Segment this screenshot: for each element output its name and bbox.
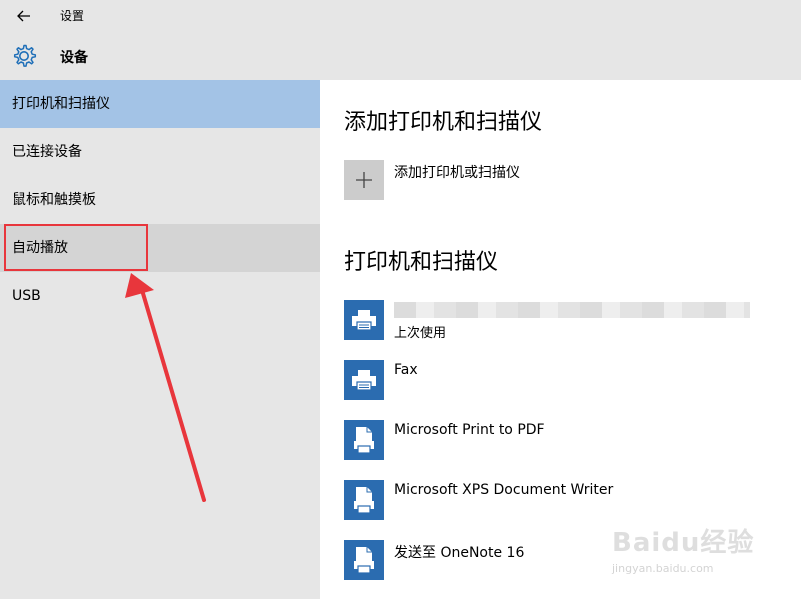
- sidebar-item-mouse-touchpad[interactable]: 鼠标和触摸板: [0, 176, 320, 224]
- document-printer-icon: [344, 540, 384, 580]
- settings-window: 设置 设备 打印机和扫描仪 已连接设备 鼠标和触摸板 自动播放 USB 添加打印…: [0, 0, 801, 599]
- sidebar-item-label: 已连接设备: [12, 144, 82, 160]
- device-status: 上次使用: [394, 326, 447, 341]
- sidebar-item-label: USB: [12, 288, 41, 304]
- gear-icon: [13, 44, 37, 67]
- device-list-item[interactable]: Fax: [344, 360, 784, 404]
- device-list-item[interactable]: 上次使用: [344, 300, 784, 344]
- baidu-watermark: Baidu经验 jingyan.baidu.com: [612, 514, 762, 584]
- device-list-item[interactable]: Microsoft Print to PDF: [344, 420, 784, 464]
- device-name: Fax: [394, 362, 418, 378]
- plus-icon: [356, 172, 372, 188]
- sidebar-item-label: 鼠标和触摸板: [12, 192, 96, 208]
- add-section-heading: 添加打印机和扫描仪: [344, 110, 543, 135]
- title-bar: 设置: [0, 0, 801, 32]
- document-printer-icon: [344, 420, 384, 460]
- page-title: 设备: [60, 50, 88, 66]
- printer-icon: [344, 300, 384, 340]
- device-name: Microsoft Print to PDF: [394, 422, 545, 438]
- add-device-label[interactable]: 添加打印机或扫描仪: [394, 162, 520, 182]
- back-arrow-icon: [17, 10, 30, 22]
- sidebar-item-usb[interactable]: USB: [0, 272, 320, 320]
- document-printer-icon: [344, 480, 384, 520]
- sidebar-item-connected-devices[interactable]: 已连接设备: [0, 128, 320, 176]
- printer-icon: [344, 360, 384, 400]
- device-name-redacted: [394, 302, 750, 318]
- annotation-highlight-box: [4, 224, 148, 271]
- window-title: 设置: [60, 9, 85, 23]
- sidebar: 打印机和扫描仪 已连接设备 鼠标和触摸板 自动播放 USB: [0, 80, 320, 599]
- device-name: 发送至 OneNote 16: [394, 545, 525, 561]
- back-button[interactable]: [12, 6, 36, 26]
- add-device-button[interactable]: [344, 160, 384, 200]
- devices-section-heading: 打印机和扫描仪: [344, 250, 499, 275]
- watermark-brand: Baidu经验: [612, 528, 755, 558]
- page-header: 设备: [0, 32, 801, 80]
- sidebar-item-printers-scanners[interactable]: 打印机和扫描仪: [0, 80, 320, 128]
- sidebar-item-label: 打印机和扫描仪: [12, 96, 110, 112]
- watermark-url: jingyan.baidu.com: [612, 562, 714, 575]
- device-name: Microsoft XPS Document Writer: [394, 482, 614, 498]
